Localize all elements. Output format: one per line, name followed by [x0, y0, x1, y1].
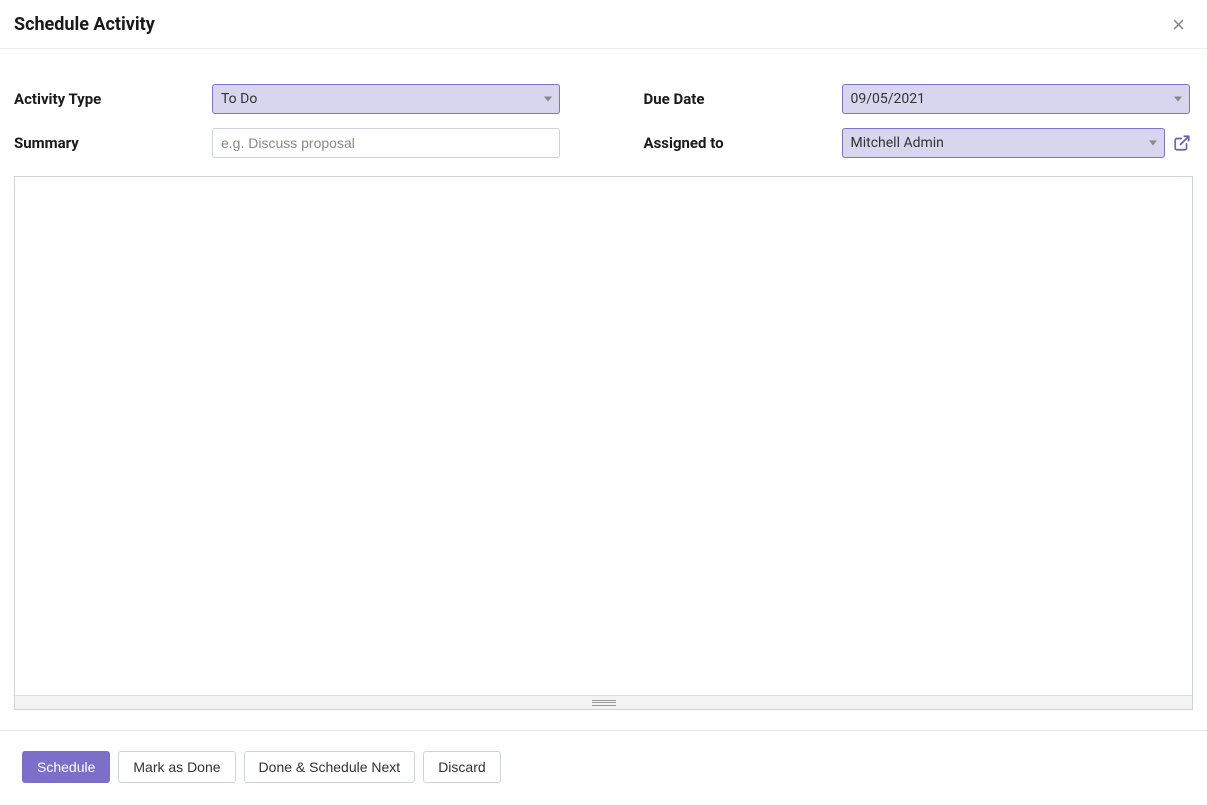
assigned-to-label: Assigned to: [644, 134, 842, 152]
external-link-icon: [1173, 134, 1191, 152]
assigned-to-control: Mitchell Admin: [842, 128, 1194, 158]
form-grid: Activity Type To Do Due Date 09/05/2021: [14, 84, 1193, 158]
activity-type-label: Activity Type: [14, 90, 212, 108]
schedule-button[interactable]: Schedule: [22, 751, 110, 783]
assigned-to-select[interactable]: Mitchell Admin: [842, 128, 1166, 158]
done-schedule-next-button[interactable]: Done & Schedule Next: [244, 751, 416, 783]
dialog-header: Schedule Activity ×: [0, 0, 1207, 49]
schedule-activity-dialog: Schedule Activity × Activity Type To Do …: [0, 0, 1207, 805]
summary-control: [212, 128, 604, 158]
due-date-select-wrapper[interactable]: 09/05/2021: [842, 84, 1190, 114]
activity-type-control: To Do: [212, 84, 604, 114]
external-link-button[interactable]: [1171, 132, 1193, 154]
resize-handle[interactable]: [15, 695, 1192, 709]
due-date-label: Due Date: [644, 90, 842, 108]
field-assigned-to: Assigned to Mitchell Admin: [604, 128, 1194, 158]
close-icon: ×: [1172, 12, 1185, 37]
notes-area: [14, 176, 1193, 710]
field-summary: Summary: [14, 128, 604, 158]
mark-done-button[interactable]: Mark as Done: [118, 751, 235, 783]
activity-type-select-wrapper[interactable]: To Do: [212, 84, 560, 114]
field-activity-type: Activity Type To Do: [14, 84, 604, 114]
resize-grip-icon: [592, 700, 616, 706]
summary-label: Summary: [14, 134, 212, 152]
dialog-title: Schedule Activity: [14, 14, 155, 35]
notes-editor[interactable]: [15, 177, 1192, 695]
assigned-to-select-wrapper[interactable]: Mitchell Admin: [842, 128, 1166, 158]
discard-button[interactable]: Discard: [423, 751, 500, 783]
dialog-body: Activity Type To Do Due Date 09/05/2021: [0, 49, 1207, 730]
summary-input[interactable]: [212, 128, 560, 158]
activity-type-select[interactable]: To Do: [212, 84, 560, 114]
close-button[interactable]: ×: [1168, 14, 1189, 36]
due-date-select[interactable]: 09/05/2021: [842, 84, 1190, 114]
due-date-control: 09/05/2021: [842, 84, 1194, 114]
dialog-footer: Schedule Mark as Done Done & Schedule Ne…: [0, 730, 1207, 805]
field-due-date: Due Date 09/05/2021: [604, 84, 1194, 114]
